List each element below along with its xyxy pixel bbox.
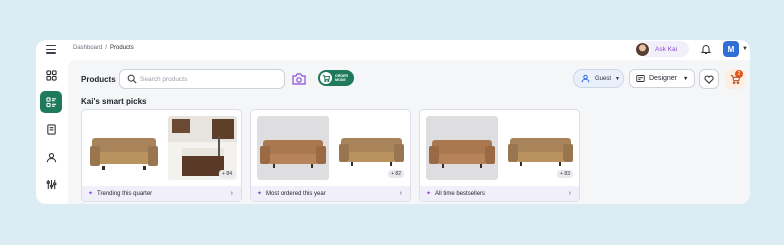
order-mode-label-line2: MODE bbox=[335, 78, 346, 82]
sliders-icon bbox=[46, 179, 56, 189]
more-count-badge: + 82 bbox=[388, 170, 404, 178]
breadcrumb-root[interactable]: Dashboard bbox=[73, 45, 102, 51]
card-label: Trending this quarter bbox=[97, 190, 153, 197]
chevron-right-icon: › bbox=[399, 190, 402, 197]
pick-card-most-ordered[interactable]: + 82 ✦ Most ordered this year › bbox=[250, 109, 411, 202]
card-label: All time bestsellers bbox=[435, 190, 486, 197]
chevron-down-icon[interactable]: ▼ bbox=[742, 46, 748, 52]
chevron-right-icon: › bbox=[568, 190, 571, 197]
search-placeholder: Search products bbox=[140, 76, 188, 83]
sparkle-icon: ✦ bbox=[88, 191, 94, 197]
grid-icon bbox=[45, 69, 57, 81]
search-icon bbox=[127, 74, 137, 84]
sidebar-item-products[interactable] bbox=[40, 91, 62, 113]
order-mode-toggle[interactable]: ORDER MODE bbox=[318, 70, 354, 86]
sidebar-item-users[interactable] bbox=[40, 146, 62, 168]
cart-button[interactable]: 2 bbox=[725, 69, 745, 89]
kitchen-image: + 84 bbox=[168, 116, 237, 180]
favorites-button[interactable] bbox=[699, 69, 719, 89]
heart-icon bbox=[704, 75, 714, 84]
card-footer[interactable]: ✦ Trending this quarter › bbox=[82, 186, 241, 201]
chevron-down-icon: ▼ bbox=[683, 75, 689, 82]
top-bar: Dashboard / Products Ask Kai M ▼ bbox=[36, 40, 750, 60]
order-mode-label: ORDER MODE bbox=[335, 74, 348, 82]
sofa-image bbox=[88, 116, 160, 180]
user-icon bbox=[581, 74, 590, 83]
guest-label: Guest bbox=[595, 75, 612, 82]
section-title: Kai's smart picks bbox=[81, 97, 147, 106]
cart-icon bbox=[322, 74, 330, 82]
designer-select[interactable]: Designer ▼ bbox=[629, 69, 695, 88]
card-images: + 84 bbox=[88, 116, 237, 180]
kai-avatar bbox=[635, 41, 650, 57]
more-count-badge: + 84 bbox=[219, 170, 235, 178]
user-avatar[interactable]: M bbox=[723, 41, 739, 57]
cart-count-badge: 2 bbox=[735, 70, 743, 78]
sofa-image bbox=[257, 116, 329, 180]
list-icon bbox=[45, 96, 56, 107]
chevron-right-icon: › bbox=[230, 190, 233, 197]
sparkle-icon: ✦ bbox=[426, 191, 432, 197]
sidebar bbox=[36, 60, 68, 204]
pick-card-bestsellers[interactable]: + 83 ✦ All time bestsellers › bbox=[419, 109, 580, 202]
breadcrumb-current: Products bbox=[110, 45, 134, 51]
main-content: Products Search products ORDER MODE Gues… bbox=[68, 60, 750, 204]
bell-icon[interactable] bbox=[700, 42, 712, 56]
sofa-image bbox=[426, 116, 498, 180]
sofa-image: + 82 bbox=[337, 116, 406, 180]
sidebar-item-documents[interactable] bbox=[40, 118, 62, 140]
sofa-image: + 83 bbox=[506, 116, 575, 180]
ask-kai-button[interactable]: Ask Kai bbox=[635, 41, 689, 57]
card-images: + 82 bbox=[257, 116, 406, 180]
document-icon bbox=[46, 123, 56, 135]
designer-icon bbox=[636, 75, 645, 82]
ask-kai-label: Ask Kai bbox=[655, 45, 678, 53]
sidebar-item-settings[interactable] bbox=[40, 173, 62, 195]
search-input[interactable]: Search products bbox=[119, 69, 285, 89]
page-title: Products bbox=[81, 75, 116, 84]
card-footer[interactable]: ✦ Most ordered this year › bbox=[251, 186, 410, 201]
chevron-down-icon: ▼ bbox=[615, 75, 620, 82]
card-images: + 83 bbox=[426, 116, 575, 180]
card-label: Most ordered this year bbox=[266, 190, 326, 197]
sparkle-icon: ✦ bbox=[257, 191, 263, 197]
camera-icon[interactable] bbox=[292, 72, 306, 85]
menu-icon[interactable] bbox=[46, 45, 56, 54]
app-window: Dashboard / Products Ask Kai M ▼ Products bbox=[36, 40, 750, 204]
guest-select[interactable]: Guest ▼ bbox=[573, 69, 624, 88]
designer-label: Designer bbox=[649, 75, 678, 82]
user-icon bbox=[46, 152, 56, 162]
more-count-badge: + 83 bbox=[557, 170, 573, 178]
pick-card-trending[interactable]: + 84 ✦ Trending this quarter › bbox=[81, 109, 242, 202]
breadcrumb-separator: / bbox=[105, 45, 108, 51]
card-footer[interactable]: ✦ All time bestsellers › bbox=[420, 186, 579, 201]
breadcrumb: Dashboard / Products bbox=[73, 45, 134, 51]
sidebar-item-dashboard[interactable] bbox=[40, 64, 62, 86]
toggle-knob bbox=[320, 72, 332, 84]
